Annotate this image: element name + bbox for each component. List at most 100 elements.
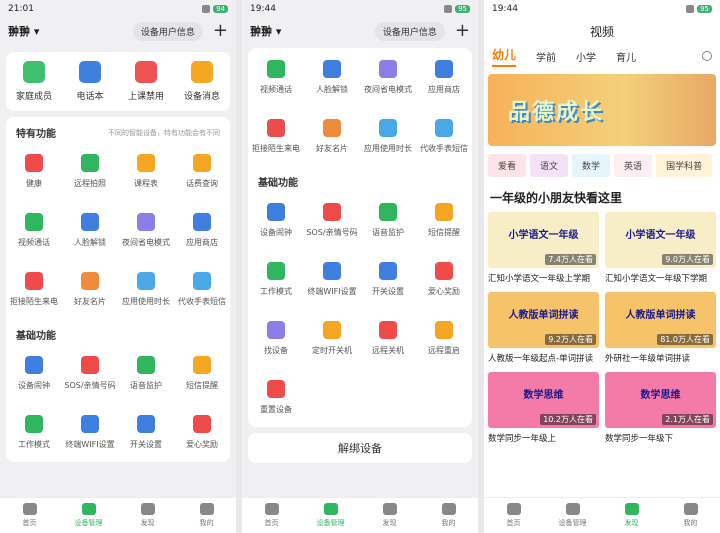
function-item[interactable]: 夜间省电模式 xyxy=(118,201,174,260)
nav-item[interactable]: 首页 xyxy=(242,498,301,533)
nav-item[interactable]: 首页 xyxy=(484,498,543,533)
function-item[interactable]: 设备闹钟 xyxy=(6,344,62,403)
function-item[interactable]: 应用商店 xyxy=(174,201,230,260)
video-card[interactable]: 数学思维 2.1万人在看 数学同步一年级下 xyxy=(605,372,716,448)
function-label: 好友名片 xyxy=(74,297,106,306)
function-item[interactable]: 开关设置 xyxy=(360,250,416,309)
function-item[interactable]: 话费查询 xyxy=(174,142,230,201)
function-item[interactable]: 拒接陌生来电 xyxy=(248,107,304,166)
screen-device-management-2: 19:44 95 翀翀 ▾ 设备用户信息 + 视频通话 人脸解锁 夜间省电模式 应用商… xyxy=(242,0,478,533)
subject-chip[interactable]: 国学科普 xyxy=(656,154,713,177)
subject-chip[interactable]: 英语 xyxy=(614,154,653,177)
tab-item[interactable]: 育儿 xyxy=(616,49,636,64)
function-item[interactable]: 视频通话 xyxy=(6,201,62,260)
add-icon[interactable]: + xyxy=(455,22,470,40)
function-item[interactable]: 终端WIFI设置 xyxy=(62,403,118,462)
tab-item[interactable]: 学前 xyxy=(536,49,556,64)
nav-item[interactable]: 首页 xyxy=(0,498,59,533)
history-clock-icon[interactable] xyxy=(702,51,712,61)
function-item[interactable]: 远程重启 xyxy=(416,309,472,368)
device-name: 翀翀 xyxy=(8,25,30,38)
add-icon[interactable]: + xyxy=(213,22,228,40)
function-item[interactable]: 爱心奖励 xyxy=(174,403,230,462)
function-item[interactable]: 代收手表短信 xyxy=(416,107,472,166)
sms-icon xyxy=(193,272,211,290)
function-label: 电话本 xyxy=(76,92,104,102)
function-item[interactable]: 定时开关机 xyxy=(304,309,360,368)
video-card[interactable]: 人教版单词拼读 9.2万人在看 人教版一年级起点-单词拼读 xyxy=(488,292,599,368)
function-label: 终端WIFI设置 xyxy=(307,287,357,296)
function-item[interactable]: 终端WIFI设置 xyxy=(304,250,360,309)
nav-item[interactable]: 设备管理 xyxy=(59,498,118,533)
function-item[interactable]: 健康 xyxy=(6,142,62,201)
function-item[interactable]: 语音监护 xyxy=(360,191,416,250)
device-selector[interactable]: 翀翀 ▾ xyxy=(8,23,39,39)
video-caption: 数学同步一年级下 xyxy=(605,434,674,444)
tab-item[interactable]: 小学 xyxy=(576,49,596,64)
tab-item[interactable]: 幼儿 xyxy=(492,46,517,67)
banner[interactable]: 品德成长 xyxy=(488,74,716,146)
function-item[interactable]: 好友名片 xyxy=(62,260,118,319)
nav-item[interactable]: 发现 xyxy=(118,498,177,533)
function-item[interactable]: 夜间省电模式 xyxy=(360,48,416,107)
function-item[interactable]: 代收手表短信 xyxy=(174,260,230,319)
function-item[interactable]: 开关设置 xyxy=(118,403,174,462)
device-user-info-button[interactable]: 设备用户信息 xyxy=(132,21,203,41)
function-item[interactable]: 应用商店 xyxy=(416,48,472,107)
function-item[interactable]: 应用使用时长 xyxy=(360,107,416,166)
function-item[interactable]: 好友名片 xyxy=(304,107,360,166)
function-label: 远程拍照 xyxy=(74,179,106,188)
function-item[interactable]: 人脸解锁 xyxy=(62,201,118,260)
nav-item[interactable]: 我的 xyxy=(419,498,478,533)
subject-chip[interactable]: 语文 xyxy=(530,154,569,177)
nav-item[interactable]: 设备管理 xyxy=(301,498,360,533)
function-item[interactable]: 语音监护 xyxy=(118,344,174,403)
function-item[interactable]: 视频通话 xyxy=(248,48,304,107)
nav-item[interactable]: 我的 xyxy=(661,498,720,533)
thumbnail-title: 人教版单词拼读 xyxy=(625,310,696,321)
nav-label: 我的 xyxy=(683,519,698,527)
function-item[interactable]: 重置设备 xyxy=(248,368,304,427)
function-item[interactable]: 拒接陌生来电 xyxy=(6,260,62,319)
function-label: 短信提醒 xyxy=(428,228,460,237)
wifi-icon xyxy=(323,262,341,280)
video-card[interactable]: 小学语文一年级 9.0万人在看 汇知小学语文一年级下学期 xyxy=(605,212,716,288)
function-item[interactable]: 远程拍照 xyxy=(62,142,118,201)
subject-chip[interactable]: 数学 xyxy=(572,154,611,177)
video-card[interactable]: 人教版单词拼读 81.0万人在看 外研社一年级单词拼读 xyxy=(605,292,716,368)
function-item[interactable]: 找设备 xyxy=(248,309,304,368)
function-item[interactable]: 设备闹钟 xyxy=(248,191,304,250)
function-item[interactable]: 电话本 xyxy=(62,52,118,111)
device-selector[interactable]: 翀翀 ▾ xyxy=(250,23,281,39)
nav-item[interactable]: 发现 xyxy=(602,498,661,533)
wifi-status-icon xyxy=(686,5,695,13)
banner-text: 品德成长 xyxy=(508,100,605,125)
function-item[interactable]: 工作模式 xyxy=(6,403,62,462)
function-label: 终端WIFI设置 xyxy=(65,440,115,449)
function-item[interactable]: 应用使用时长 xyxy=(118,260,174,319)
function-item[interactable]: 人脸解锁 xyxy=(304,48,360,107)
view-count: 9.2万人在看 xyxy=(545,334,596,345)
video-thumbnail: 人教版单词拼读 9.2万人在看 xyxy=(488,292,599,348)
function-item[interactable]: 工作模式 xyxy=(248,250,304,309)
function-item[interactable]: 短信提醒 xyxy=(416,191,472,250)
function-item[interactable]: 设备消息 xyxy=(174,52,230,111)
function-item[interactable]: 远程关机 xyxy=(360,309,416,368)
reject-call-icon xyxy=(25,272,43,290)
function-label: 上课禁用 xyxy=(127,92,164,102)
unbind-device-button[interactable]: 解绑设备 xyxy=(248,433,472,463)
device-user-info-button[interactable]: 设备用户信息 xyxy=(374,21,445,41)
function-item[interactable]: 上课禁用 xyxy=(118,52,174,111)
nav-item[interactable]: 发现 xyxy=(360,498,419,533)
subject-chip[interactable]: 爱看 xyxy=(488,154,527,177)
function-item[interactable]: 短信提醒 xyxy=(174,344,230,403)
function-item[interactable]: 课程表 xyxy=(118,142,174,201)
video-card[interactable]: 小学语文一年级 7.4万人在看 汇知小学语文一年级上学期 xyxy=(488,212,599,288)
function-item[interactable]: 家庭成员 xyxy=(6,52,62,111)
function-item[interactable]: SOS/亲情号码 xyxy=(62,344,118,403)
video-card[interactable]: 数学思维 10.2万人在看 数学同步一年级上 xyxy=(488,372,599,448)
nav-item[interactable]: 设备管理 xyxy=(543,498,602,533)
function-item[interactable]: 爱心奖励 xyxy=(416,250,472,309)
nav-item[interactable]: 我的 xyxy=(177,498,236,533)
function-item[interactable]: SOS/亲情号码 xyxy=(304,191,360,250)
